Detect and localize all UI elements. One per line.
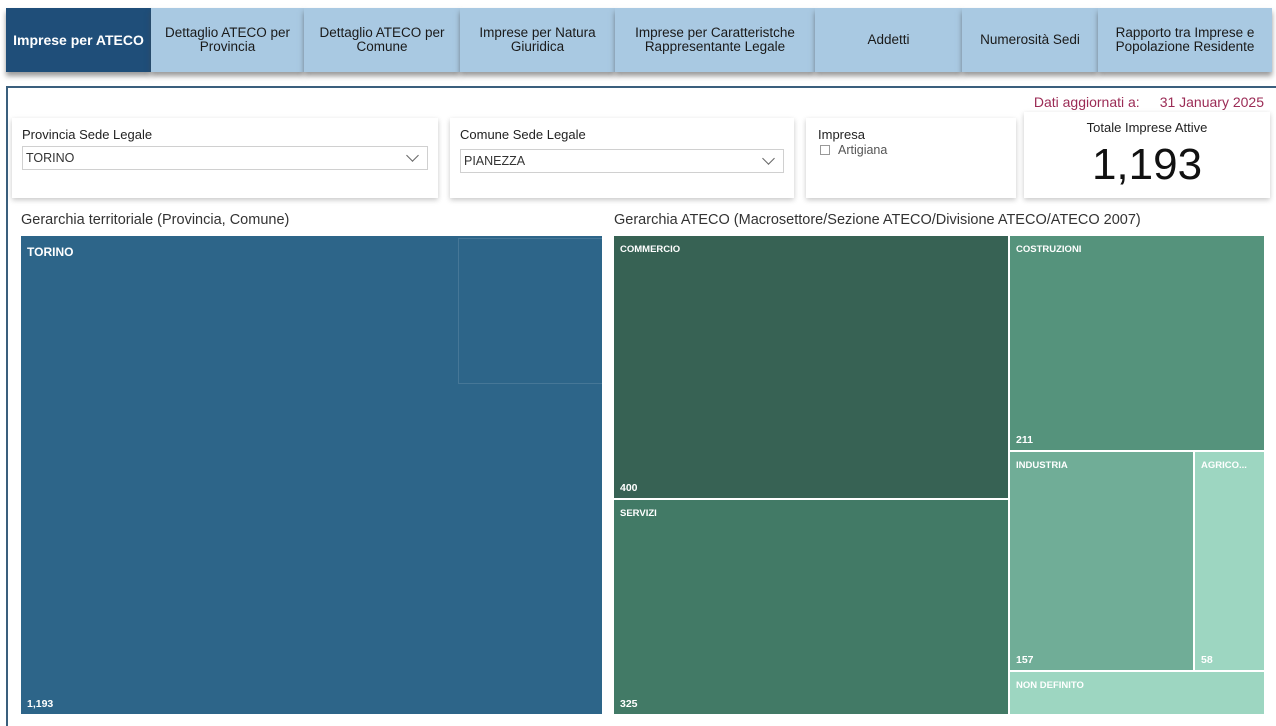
ateco-treemap-title: Gerarchia ATECO (Macrosettore/Sezione AT…	[614, 212, 1141, 228]
territorial-treemap-title: Gerarchia territoriale (Provincia, Comun…	[21, 212, 290, 228]
tab-numerosita-sedi[interactable]: Numerosità Sedi	[962, 8, 1098, 72]
tab-rapporto-popolazione[interactable]: Rapporto tra Imprese e Popolazione Resid…	[1098, 8, 1272, 72]
treemap-tile-torino[interactable]: TORINO 1,193	[21, 236, 602, 714]
provincia-selected-value: TORINO	[26, 151, 75, 165]
artigiana-label: Artigiana	[838, 143, 888, 157]
artigiana-checkbox[interactable]	[820, 145, 830, 155]
tab-bar: Imprese per ATECO Dettaglio ATECO per Pr…	[0, 0, 1276, 86]
treemap-tile-costruzioni[interactable]: COSTRUZIONI 211	[1010, 236, 1264, 450]
tab-natura-giuridica[interactable]: Imprese per Natura Giuridica	[460, 8, 615, 72]
tile-value: 157	[1016, 654, 1034, 666]
chevron-down-icon	[762, 152, 775, 165]
comune-selected-value: PIANEZZA	[464, 154, 526, 168]
tile-value: 58	[1201, 654, 1213, 666]
provincia-slicer: Provincia Sede Legale TORINO	[12, 118, 438, 198]
kpi-title: Totale Imprese Attive	[1086, 120, 1208, 135]
tab-rappresentante-legale[interactable]: Imprese per Caratteristche Rappresentant…	[615, 8, 815, 72]
artigiana-option[interactable]: Artigiana	[820, 143, 887, 157]
tile-value: 1,193	[27, 698, 54, 710]
impresa-slicer-title: Impresa	[818, 127, 865, 142]
tile-value: 400	[620, 482, 638, 494]
kpi-card: Totale Imprese Attive 1,193	[1024, 112, 1270, 198]
impresa-slicer: Impresa Artigiana	[806, 118, 1016, 198]
chevron-down-icon	[406, 149, 419, 162]
tile-label: TORINO	[27, 245, 74, 259]
tab-addetti[interactable]: Addetti	[815, 8, 962, 72]
tile-label: COSTRUZIONI	[1016, 244, 1082, 255]
provincia-slicer-title: Provincia Sede Legale	[22, 127, 153, 142]
tab-dettaglio-ateco-provincia[interactable]: Dettaglio ATECO per Provincia	[151, 8, 304, 72]
treemap-tile-non-definito[interactable]: NON DEFINITO	[1010, 672, 1264, 714]
kpi-value: 1,193	[1091, 140, 1203, 189]
tab-dettaglio-ateco-comune[interactable]: Dettaglio ATECO per Comune	[304, 8, 460, 72]
provincia-dropdown[interactable]: TORINO	[22, 146, 428, 170]
comune-slicer-title: Comune Sede Legale	[460, 127, 586, 142]
treemap-tile-agricoltura[interactable]: AGRICO... 58	[1195, 452, 1264, 670]
last-updated-label: Dati aggiornati a:	[1033, 94, 1140, 110]
tile-label: COMMERCIO	[620, 244, 681, 255]
tile-label: SERVIZI	[620, 508, 657, 519]
last-updated-date: 31 January 2025	[1159, 94, 1264, 110]
treemap-tile-commercio[interactable]: COMMERCIO 400	[614, 236, 1008, 498]
comune-slicer: Comune Sede Legale PIANEZZA	[450, 118, 794, 198]
tab-imprese-per-ateco[interactable]: Imprese per ATECO	[6, 8, 151, 72]
tile-label: NON DEFINITO	[1016, 680, 1084, 691]
tile-value: 325	[620, 698, 638, 710]
tile-label: INDUSTRIA	[1016, 460, 1068, 471]
tile-label: AGRICO...	[1201, 460, 1247, 471]
tile-value: 211	[1016, 434, 1033, 446]
treemap-tile-servizi[interactable]: SERVIZI 325	[614, 500, 1008, 714]
treemap-tile-industria[interactable]: INDUSTRIA 157	[1010, 452, 1193, 670]
last-updated: Dati aggiornati a: 31 January 2025	[1034, 94, 1264, 110]
comune-dropdown[interactable]: PIANEZZA	[460, 149, 784, 173]
